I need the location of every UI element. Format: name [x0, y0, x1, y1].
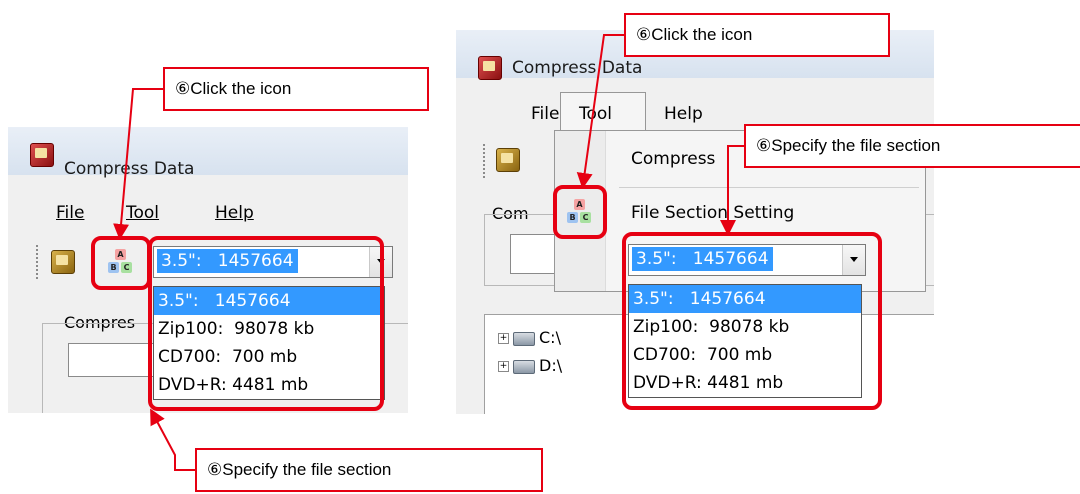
window-title: Compress Data — [512, 58, 643, 78]
drive-icon — [513, 359, 535, 374]
compress-icon[interactable] — [496, 148, 522, 174]
highlight-icon-left — [91, 236, 151, 290]
arrow-line — [150, 408, 195, 471]
menu-help[interactable]: Help — [215, 203, 254, 223]
toolbar-grip[interactable] — [483, 144, 489, 178]
callout-click-icon-right: ⑥Click the icon — [624, 13, 890, 57]
menu-help[interactable]: Help — [664, 104, 703, 124]
drive-icon — [513, 331, 535, 346]
menu-item-compress[interactable]: Compress — [631, 149, 715, 169]
callout-click-icon-left: ⑥Click the icon — [163, 67, 429, 111]
highlight-dropdown-left — [148, 236, 384, 411]
highlight-icon-right — [553, 185, 607, 239]
callout-specify-right: ⑥Specify the file section — [744, 124, 1080, 168]
menu-separator — [619, 187, 919, 188]
menu-tool[interactable]: Tool — [579, 104, 612, 124]
tree-item-c[interactable]: + C:\ — [498, 328, 561, 347]
compress-icon[interactable] — [51, 250, 77, 276]
menu-tool[interactable]: Tool — [126, 203, 159, 223]
highlight-dropdown-right — [622, 232, 882, 410]
expand-icon[interactable]: + — [498, 361, 509, 372]
tree-item-d[interactable]: + D:\ — [498, 356, 562, 375]
menu-item-file-section-setting[interactable]: File Section Setting — [631, 203, 794, 223]
app-icon — [30, 141, 56, 167]
window-title: Compress Data — [64, 159, 195, 179]
toolbar-grip[interactable] — [36, 245, 42, 279]
path-input[interactable] — [68, 343, 160, 377]
menu-file[interactable]: File — [56, 203, 84, 223]
expand-icon[interactable]: + — [498, 333, 509, 344]
app-icon — [478, 56, 504, 82]
menu-file[interactable]: File — [531, 104, 559, 124]
callout-specify-left: ⑥Specify the file section — [195, 448, 543, 492]
